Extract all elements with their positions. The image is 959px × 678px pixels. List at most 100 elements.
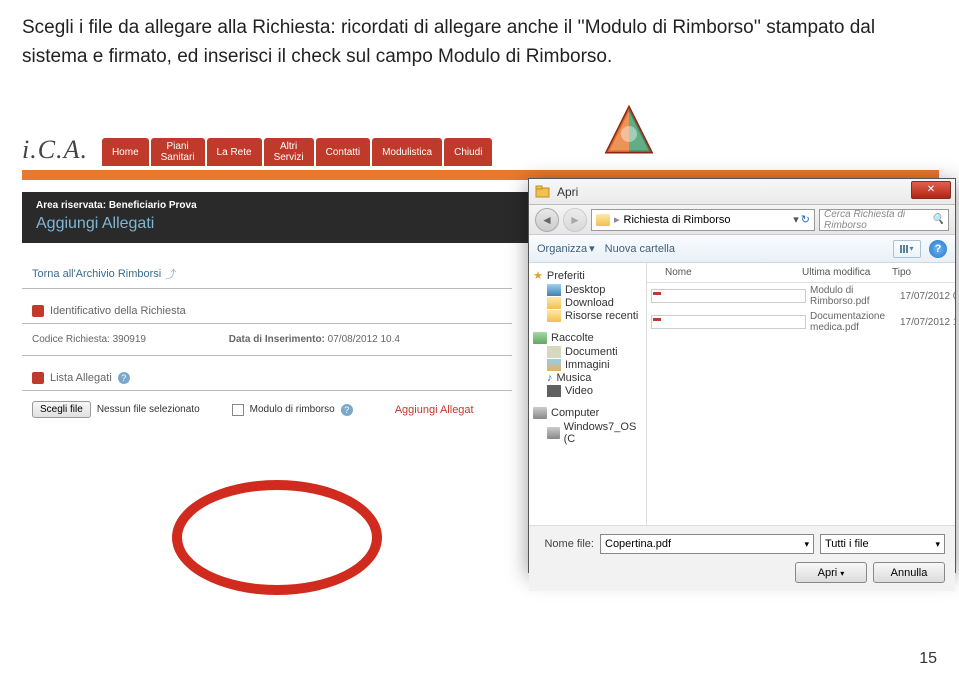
view-mode-button[interactable]: ▾	[893, 240, 921, 258]
nav-home[interactable]: Home	[102, 138, 149, 166]
back-link[interactable]: Torna all'Archivio Rimborsi ⤴	[32, 266, 502, 282]
nav-forward-button[interactable]: ►	[563, 208, 587, 232]
search-input[interactable]: Cerca Richiesta di Rimborso 🔍	[819, 209, 949, 231]
col-tipo[interactable]: Tipo	[892, 267, 955, 278]
search-placeholder: Cerca Richiesta di Rimborso	[824, 209, 928, 231]
tree-documenti[interactable]: Documenti	[533, 346, 642, 358]
drive-icon	[547, 427, 560, 439]
file-date: 17/07/2012 10:28	[900, 317, 955, 328]
folder-tree: ★Preferiti Desktop Download Risorse rece…	[529, 263, 647, 525]
main-nav: Home Piani Sanitari La Rete Altri Serviz…	[102, 138, 493, 166]
nav-chiudi[interactable]: Chiudi	[444, 138, 492, 166]
images-icon	[547, 359, 561, 371]
help-icon[interactable]: ?	[341, 404, 353, 416]
file-filter-select[interactable]: Tutti i file▾	[820, 534, 945, 554]
tree-risorse[interactable]: Risorse recenti	[533, 310, 642, 322]
data-value: 07/08/2012 10.4	[328, 334, 400, 345]
file-name: Modulo di Rimborso.pdf	[810, 285, 900, 307]
file-name: Documentazione medica.pdf	[810, 311, 900, 333]
tree-desktop[interactable]: Desktop	[533, 284, 642, 296]
instruction-text: Scegli i file da allegare alla Richiesta…	[0, 0, 959, 71]
lista-title: Lista Allegati	[50, 372, 112, 384]
address-bar-row: ◄ ► ▸ Richiesta di Rimborso ▾ ↻ Cerca Ri…	[529, 205, 955, 235]
nav-rete[interactable]: La Rete	[207, 138, 262, 166]
choose-file-button[interactable]: Scegli file	[32, 401, 91, 418]
folder-icon	[596, 214, 610, 226]
documents-icon	[547, 346, 561, 358]
tree-musica[interactable]: ♪Musica	[533, 372, 642, 384]
pdf-icon	[651, 315, 806, 329]
tree-immagini[interactable]: Immagini	[533, 359, 642, 371]
help-button[interactable]: ?	[929, 240, 947, 258]
pdf-icon	[651, 289, 806, 303]
triangle-logo-icon	[599, 104, 659, 160]
col-nome[interactable]: Nome	[647, 267, 802, 278]
breadcrumb-sep: ▸	[614, 213, 620, 226]
identificativo-title: Identificativo della Richiesta	[50, 305, 186, 317]
codice-value: 390919	[113, 334, 146, 345]
aggiungi-allegati-link[interactable]: Aggiungi Allegat	[395, 404, 474, 416]
lista-allegati-header: Lista Allegati ?	[32, 372, 502, 384]
file-row[interactable]: Documentazione medica.pdf 17/07/2012 10:…	[647, 309, 955, 335]
filename-label: Nome file:	[539, 538, 594, 550]
chevron-down-icon: ▾	[589, 242, 595, 255]
nav-altri[interactable]: Altri Servizi	[264, 138, 314, 166]
recent-icon	[547, 310, 561, 322]
main-content: Torna all'Archivio Rimborsi ⤴ Identifica…	[22, 250, 532, 428]
nav-back-button[interactable]: ◄	[535, 208, 559, 232]
folder-icon	[547, 297, 561, 309]
library-icon	[533, 332, 547, 344]
chevron-down-icon: ▾	[935, 539, 940, 550]
file-date: 17/07/2012 09:46	[900, 291, 955, 302]
breadcrumb-current: Richiesta di Rimborso	[624, 214, 731, 226]
col-ultima[interactable]: Ultima modifica	[802, 267, 892, 278]
chevron-down-icon: ▾	[804, 539, 809, 550]
close-button[interactable]: ✕	[911, 181, 951, 199]
ica-logo: i.C.A.	[22, 135, 102, 169]
back-link-label: Torna all'Archivio Rimborsi	[32, 268, 161, 280]
file-row[interactable]: Modulo di Rimborso.pdf 17/07/2012 09:46 …	[647, 283, 955, 309]
file-open-dialog: Apri ✕ ◄ ► ▸ Richiesta di Rimborso ▾ ↻ C…	[528, 178, 956, 573]
cancel-button[interactable]: Annulla	[873, 562, 945, 583]
no-file-text: Nessun file selezionato	[97, 404, 200, 415]
help-icon[interactable]: ?	[118, 372, 130, 384]
open-folder-icon	[535, 185, 551, 199]
file-list: Nome Ultima modifica Tipo Modulo di Rimb…	[647, 263, 955, 525]
nav-contatti[interactable]: Contatti	[316, 138, 370, 166]
dialog-body: ★Preferiti Desktop Download Risorse rece…	[529, 263, 955, 525]
back-arrow-icon: ⤴	[165, 266, 176, 282]
desktop-icon	[547, 284, 561, 296]
music-icon: ♪	[547, 372, 553, 384]
filename-input[interactable]: Copertina.pdf▾	[600, 534, 814, 554]
modulo-checkbox[interactable]	[232, 404, 244, 416]
organizza-button[interactable]: Organizza ▾	[537, 242, 595, 255]
address-bar[interactable]: ▸ Richiesta di Rimborso ▾ ↻	[591, 209, 815, 231]
page-number: 15	[919, 650, 937, 668]
dropdown-icon[interactable]: ▾	[793, 213, 799, 226]
dialog-footer: Nome file: Copertina.pdf▾ Tutti i file▾ …	[529, 525, 955, 591]
file-chooser-row: Scegli file Nessun file selezionato Modu…	[22, 391, 532, 428]
tree-raccolte[interactable]: Raccolte	[533, 332, 642, 344]
nav-modulistica[interactable]: Modulistica	[372, 138, 442, 166]
star-icon: ★	[533, 269, 543, 282]
data-label: Data di Inserimento:	[229, 334, 325, 345]
modulo-label: Modulo di rimborso	[250, 404, 335, 415]
video-icon	[547, 385, 561, 397]
open-button[interactable]: Apri ▾	[795, 562, 867, 583]
red-bullet-icon	[32, 372, 44, 384]
codice-label: Codice Richiesta:	[32, 334, 110, 345]
tree-preferiti[interactable]: ★Preferiti	[533, 269, 642, 282]
tree-video[interactable]: Video	[533, 385, 642, 397]
red-bullet-icon	[32, 305, 44, 317]
file-list-header[interactable]: Nome Ultima modifica Tipo	[647, 263, 955, 283]
dialog-titlebar[interactable]: Apri ✕	[529, 179, 955, 205]
computer-icon	[533, 407, 547, 419]
refresh-icon[interactable]: ↻	[801, 213, 810, 226]
nuova-cartella-button[interactable]: Nuova cartella	[605, 243, 675, 255]
request-info-row: Codice Richiesta: 390919 Data di Inserim…	[22, 324, 532, 355]
nav-piani[interactable]: Piani Sanitari	[151, 138, 205, 166]
tree-download[interactable]: Download	[533, 297, 642, 309]
tree-windows7[interactable]: Windows7_OS (C	[533, 421, 642, 445]
search-icon: 🔍	[932, 214, 944, 225]
tree-computer[interactable]: Computer	[533, 407, 642, 419]
